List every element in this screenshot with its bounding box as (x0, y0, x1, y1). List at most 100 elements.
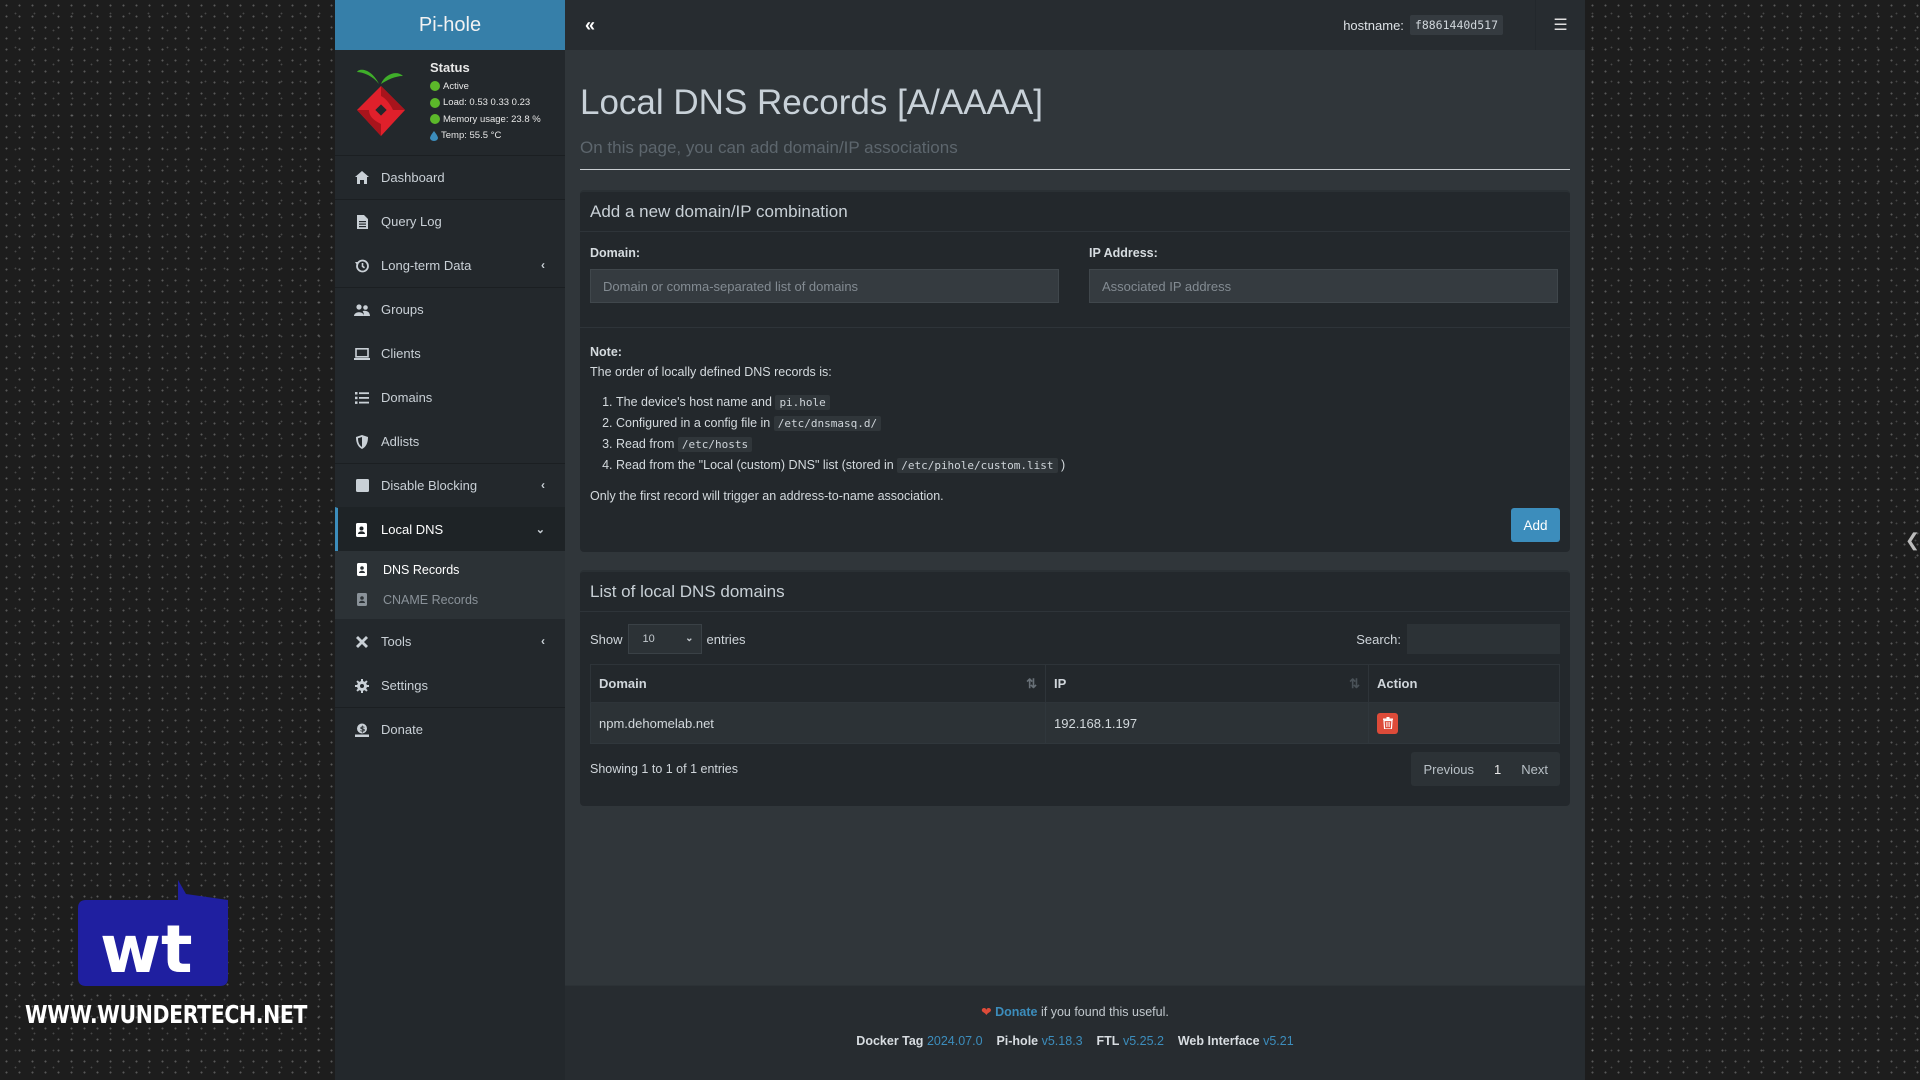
footer: ❤ Donate if you found this useful. Docke… (565, 985, 1585, 1080)
version-link[interactable]: v5.21 (1263, 1034, 1294, 1048)
address-book-icon (357, 563, 371, 577)
pagination-next[interactable]: Next (1509, 762, 1560, 777)
page-subtitle: On this page, you can add domain/IP asso… (580, 138, 958, 157)
sidebar-subitem-dns-records[interactable]: DNS Records (335, 555, 565, 585)
brand-logo[interactable]: Pi-hole (335, 0, 565, 50)
history-icon (354, 258, 370, 274)
chevron-left-icon: ‹ (541, 634, 545, 648)
column-header-domain[interactable]: Domain ⇅ (590, 664, 1046, 703)
chevron-left-icon: ‹ (541, 258, 545, 272)
pagination-previous[interactable]: Previous (1411, 762, 1486, 777)
file-icon (354, 214, 370, 230)
version-link[interactable]: 2024.07.0 (927, 1034, 983, 1048)
version-link[interactable]: v5.25.2 (1123, 1034, 1164, 1048)
note-item: The device's host name and pi.hole (616, 392, 1065, 413)
page-length-control: Show 10 ⌄ entries (590, 624, 746, 654)
list-icon (354, 390, 370, 406)
sidebar-item-settings[interactable]: Settings (335, 663, 565, 707)
note-block: Note: The order of locally defined DNS r… (590, 342, 1065, 506)
trash-icon (1382, 717, 1393, 729)
sidebar-item-disable-blocking[interactable]: Disable Blocking ‹ (335, 463, 565, 507)
hostname-value: f8861440d517 (1409, 15, 1503, 35)
delete-button[interactable] (1377, 712, 1398, 734)
pagination-page[interactable]: 1 (1486, 762, 1509, 777)
svg-text:wt: wt (100, 911, 193, 988)
cell-domain: npm.dehomelab.net (590, 702, 1046, 744)
version-link[interactable]: v5.18.3 (1042, 1034, 1083, 1048)
cell-ip: 192.168.1.197 (1045, 702, 1369, 744)
stop-icon (354, 478, 370, 494)
sidebar-item-local-dns[interactable]: Local DNS ⌄ (335, 507, 565, 551)
table-info: Showing 1 to 1 of 1 entries (590, 762, 739, 776)
add-button[interactable]: Add (1511, 508, 1560, 542)
sidebar-item-tools[interactable]: Tools ‹ (335, 619, 565, 663)
table-header-row: Domain ⇅ IP ⇅ Action (590, 664, 1560, 703)
status-title: Status (430, 60, 470, 75)
status-dot-icon (430, 97, 440, 108)
pagination: Previous 1 Next (1411, 752, 1560, 786)
chevron-down-icon: ⌄ (535, 524, 545, 536)
wundertech-url: WWW.WUNDERTECH.NET (25, 1000, 308, 1029)
status-temp: Temp: 55.5 °C (430, 128, 541, 145)
address-book-icon (357, 593, 371, 607)
home-icon (354, 170, 370, 186)
sidebar-subitem-cname-records[interactable]: CNAME Records (335, 585, 565, 615)
status-memory: Memory usage: 23.8 % (430, 111, 541, 128)
local-dns-submenu: DNS Records CNAME Records (335, 551, 565, 619)
divider (580, 327, 1570, 328)
sidebar-item-donate[interactable]: $ Donate (335, 707, 565, 751)
page-title: Local DNS Records [A/AAAA] (580, 83, 1043, 122)
thermometer-drop-icon (430, 130, 438, 141)
menu-button[interactable]: ☰ (1535, 0, 1585, 50)
donate-link[interactable]: Donate (995, 1005, 1037, 1019)
sidebar-item-groups[interactable]: Groups (335, 287, 565, 331)
status-dot-icon (430, 81, 440, 92)
top-navbar: « hostname: f8861440d517 ☰ (565, 0, 1585, 50)
sidebar-item-domains[interactable]: Domains (335, 375, 565, 419)
users-icon (354, 302, 370, 318)
sidebar-item-long-term-data[interactable]: Long-term Data ‹ (335, 243, 565, 287)
ip-address-input[interactable] (1089, 269, 1558, 303)
note-item: Read from /etc/hosts (616, 434, 1065, 455)
sort-ascending-icon: ⇅ (1026, 676, 1037, 691)
status-load: Load: 0.53 0.33 0.23 (430, 95, 541, 112)
page-size-select[interactable]: 10 ⌄ (627, 624, 702, 654)
hamburger-icon: ☰ (1553, 17, 1568, 34)
svg-text:$: $ (360, 724, 366, 733)
note-list: The device's host name and pi.hole Confi… (616, 392, 1065, 476)
box-title: Add a new domain/IP combination (580, 192, 1570, 232)
chevron-left-icon[interactable]: ❮ (1905, 530, 1920, 551)
domain-input[interactable] (590, 269, 1059, 303)
table-row: npm.dehomelab.net 192.168.1.197 (590, 702, 1560, 744)
dns-list-box: List of local DNS domains Show 10 ⌄ entri… (580, 570, 1570, 806)
sidebar-item-clients[interactable]: Clients (335, 331, 565, 375)
donate-icon: $ (354, 722, 370, 738)
search-input[interactable] (1407, 624, 1560, 654)
status-active: Active (430, 78, 541, 95)
add-record-box: Add a new domain/IP combination Domain: … (580, 190, 1570, 552)
address-book-icon (354, 522, 370, 538)
wundertech-logo: wt (78, 880, 228, 990)
column-header-ip[interactable]: IP ⇅ (1045, 664, 1369, 703)
version-line: Docker Tag 2024.07.0 Pi-hole v5.18.3 FTL… (856, 1034, 1294, 1048)
dns-records-table: Domain ⇅ IP ⇅ Action npm.dehomelab.net 192… (590, 664, 1560, 744)
double-chevron-left-icon: « (584, 14, 595, 35)
sidebar-item-query-log[interactable]: Query Log (335, 199, 565, 243)
column-header-action: Action (1368, 664, 1560, 703)
domain-label: Domain: (590, 246, 640, 260)
box-title: List of local DNS domains (580, 572, 1570, 612)
search-control: Search: (1356, 624, 1560, 654)
ip-label: IP Address: (1089, 246, 1158, 260)
main-content: Local DNS Records [A/AAAA] On this page,… (565, 50, 1585, 985)
chevron-down-icon: ⌄ (685, 633, 694, 644)
note-item: Configured in a config file in /etc/dnsm… (616, 413, 1065, 434)
tools-icon (354, 634, 370, 650)
note-item: Read from the "Local (custom) DNS" list … (616, 455, 1065, 476)
sidebar-toggle-button[interactable]: « (565, 0, 615, 50)
sort-icon: ⇅ (1349, 676, 1360, 691)
sidebar-item-dashboard[interactable]: Dashboard (335, 155, 565, 199)
shield-icon (354, 434, 370, 450)
cell-action (1368, 702, 1560, 744)
status-dot-icon (430, 114, 440, 125)
sidebar-item-adlists[interactable]: Adlists (335, 419, 565, 463)
